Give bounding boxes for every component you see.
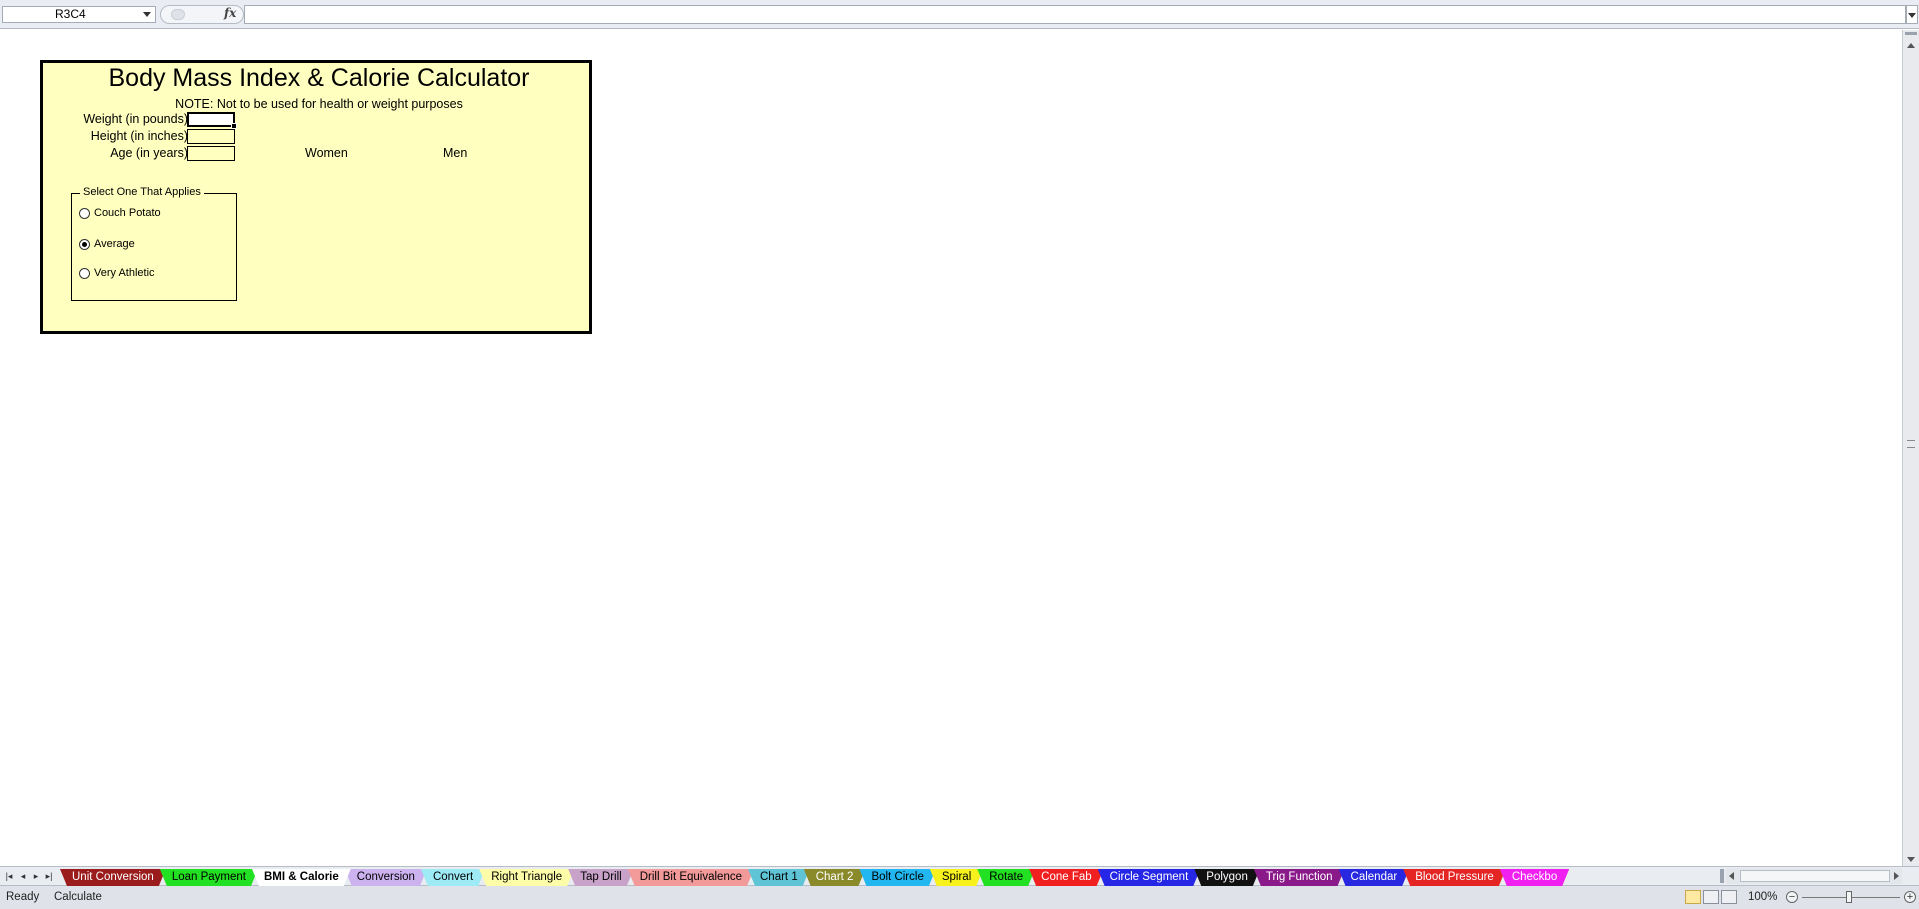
sheet-tabs-bar: |◂ ◂ ▸ ▸| Unit Conversion Loan Payment BMI… — [0, 866, 1919, 885]
sheet-tab[interactable]: Calendar — [1339, 869, 1410, 886]
sheet-tab[interactable]: Chart 1 — [748, 869, 810, 886]
radio-label: Very Athletic — [94, 267, 155, 279]
sheet-tab[interactable]: Loan Payment — [160, 869, 258, 886]
sheet-tab[interactable]: Tap Drill — [568, 869, 634, 886]
sheet-tab[interactable]: Blood Pressure — [1403, 869, 1506, 886]
insert-function-icon[interactable]: fx — [224, 6, 236, 20]
status-mode: Ready — [6, 891, 40, 903]
age-label: Age (in years) — [110, 146, 188, 160]
scroll-down-icon[interactable] — [1907, 857, 1915, 862]
horizontal-scrollbar[interactable] — [1726, 868, 1902, 884]
status-bar: Ready Calculate 100% − + — [0, 885, 1919, 909]
sheet-tab[interactable]: Bolt Circle — [859, 869, 935, 886]
zoom-out-icon[interactable]: − — [1786, 891, 1798, 903]
radio-button-icon[interactable] — [79, 207, 90, 219]
radio-label: Couch Potato — [94, 207, 161, 219]
name-box-value: R3C4 — [55, 7, 86, 21]
worksheet-grid[interactable]: Body Mass Index & Calorie Calculator NOT… — [0, 30, 1902, 866]
sheet-tab[interactable]: Polygon — [1194, 869, 1260, 886]
first-sheet-icon[interactable]: |◂ — [4, 870, 14, 882]
sheet-tab[interactable]: Unit Conversion — [60, 869, 166, 886]
formula-input[interactable] — [244, 5, 1906, 24]
next-sheet-icon[interactable]: ▸ — [31, 870, 41, 882]
scroll-left-icon[interactable] — [1729, 872, 1734, 880]
expand-formula-bar-button[interactable] — [1906, 5, 1918, 24]
status-calculate[interactable]: Calculate — [54, 891, 102, 903]
sheet-tab[interactable]: Spiral — [930, 869, 983, 886]
scroll-thumb[interactable] — [1907, 440, 1915, 448]
vertical-scrollbar[interactable] — [1902, 30, 1919, 866]
sheet-tab[interactable]: Checkbo — [1500, 869, 1569, 886]
zoom-in-icon[interactable]: + — [1904, 891, 1916, 903]
sheet-tab[interactable]: Rotate — [977, 869, 1035, 886]
page-layout-view-icon[interactable] — [1703, 890, 1719, 904]
men-column-header: Men — [443, 146, 468, 160]
radio-button-selected-icon[interactable] — [79, 238, 90, 250]
calculator-note: NOTE: Not to be used for health or weigh… — [175, 97, 463, 111]
radio-very-athletic[interactable]: Very Athletic — [79, 266, 155, 280]
grip-icon[interactable] — [171, 9, 185, 20]
sheet-tab[interactable]: Convert — [421, 869, 485, 886]
formula-bar: R3C4 fx — [0, 0, 1919, 29]
sheet-tab[interactable]: Chart 2 — [804, 869, 866, 886]
sheet-tab[interactable]: BMI & Calorie — [252, 869, 351, 886]
prev-sheet-icon[interactable]: ◂ — [18, 870, 28, 882]
radio-average[interactable]: Average — [79, 237, 135, 251]
zoom-level[interactable]: 100% — [1748, 891, 1777, 903]
sheet-tab[interactable]: Conversion — [345, 869, 427, 886]
sheet-tab[interactable]: Trig Function — [1254, 869, 1345, 886]
sheet-tab[interactable]: Cone Fab — [1029, 869, 1104, 886]
weight-input[interactable] — [187, 112, 237, 129]
sheet-tab[interactable]: Drill Bit Equivalence — [628, 869, 754, 886]
sheet-tab[interactable]: Circle Segment — [1098, 869, 1201, 886]
sheet-tab[interactable]: Right Triangle — [479, 869, 574, 886]
zoom-slider-thumb[interactable] — [1846, 891, 1852, 903]
weight-label: Weight (in pounds) — [83, 112, 188, 126]
activity-level-group: Select One That Applies Couch Potato Ave… — [71, 186, 237, 301]
sheet-tab-list: Unit Conversion Loan Payment BMI & Calorie… — [60, 867, 1718, 886]
normal-view-icon[interactable] — [1685, 890, 1701, 904]
last-sheet-icon[interactable]: ▸| — [44, 870, 54, 882]
scroll-up-icon[interactable] — [1907, 43, 1915, 48]
radio-label: Average — [94, 238, 135, 250]
split-handle[interactable] — [1905, 32, 1917, 35]
name-box[interactable]: R3C4 — [2, 6, 156, 23]
activity-group-title: Select One That Applies — [80, 186, 204, 198]
age-input[interactable] — [187, 146, 235, 161]
height-input[interactable] — [187, 129, 235, 144]
calculator-title: Body Mass Index & Calorie Calculator — [108, 64, 530, 92]
radio-couch-potato[interactable]: Couch Potato — [79, 206, 161, 220]
women-column-header: Women — [305, 146, 348, 160]
scroll-thumb[interactable] — [1740, 870, 1890, 882]
bmi-calculator-panel: Body Mass Index & Calorie Calculator NOT… — [40, 60, 592, 334]
page-break-view-icon[interactable] — [1721, 890, 1737, 904]
radio-button-icon[interactable] — [79, 267, 90, 279]
height-label: Height (in inches) — [90, 129, 188, 143]
scroll-right-icon[interactable] — [1894, 872, 1899, 880]
chevron-down-icon[interactable] — [143, 12, 151, 17]
tab-split-handle[interactable] — [1720, 869, 1724, 883]
